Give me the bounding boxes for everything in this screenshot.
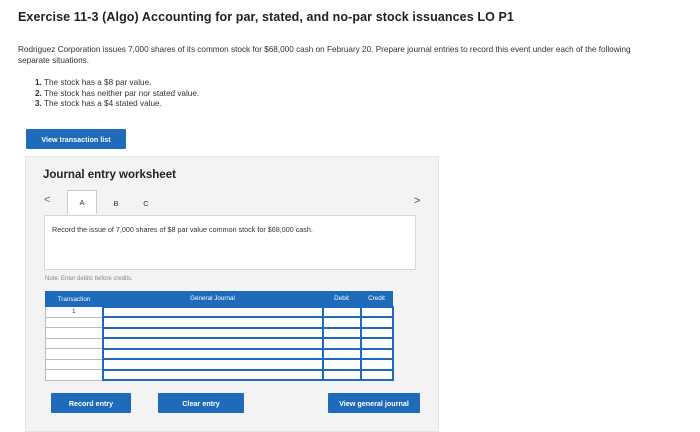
debit-input[interactable] <box>321 326 362 339</box>
question-box <box>44 215 416 270</box>
debit-input[interactable] <box>321 347 362 360</box>
view-transaction-list-button[interactable]: View transaction list <box>26 129 126 149</box>
credit-input[interactable] <box>359 337 394 350</box>
header-general-journal: General Journal <box>102 291 323 307</box>
table-row <box>45 337 394 350</box>
header-debit: Debit <box>322 291 361 307</box>
debit-input[interactable] <box>321 358 362 371</box>
requirements-list: 1. The stock has a $8 par value. 2. The … <box>35 78 199 110</box>
transaction-cell <box>45 327 103 339</box>
table-row <box>45 358 394 371</box>
account-input[interactable] <box>101 305 324 318</box>
account-input[interactable] <box>101 326 324 339</box>
clear-entry-button[interactable]: Clear entry <box>158 393 244 413</box>
exercise-intro: Rodriguez Corporation issues 7,000 share… <box>18 45 631 65</box>
exercise-title: Exercise 11-3 (Algo) Accounting for par,… <box>18 10 514 24</box>
account-input[interactable] <box>101 337 324 350</box>
transaction-cell <box>45 358 103 370</box>
debit-input[interactable] <box>321 305 362 318</box>
debit-input[interactable] <box>321 368 362 381</box>
table-row <box>45 368 394 381</box>
question-text: Record the issue of 7,000 shares of $8 p… <box>52 225 313 234</box>
table-row: 1 <box>45 305 394 318</box>
prev-arrow-icon[interactable]: < <box>44 194 50 206</box>
view-general-journal-button[interactable]: View general journal <box>328 393 420 413</box>
account-input[interactable] <box>101 316 324 329</box>
account-input[interactable] <box>101 368 324 381</box>
tab-a[interactable]: A <box>67 190 97 214</box>
credit-input[interactable] <box>359 347 394 360</box>
transaction-cell <box>45 316 103 328</box>
credit-input[interactable] <box>359 368 394 381</box>
next-arrow-icon[interactable]: > <box>414 195 420 207</box>
transaction-cell <box>45 369 103 381</box>
debit-input[interactable] <box>321 316 362 329</box>
table-row <box>45 316 394 329</box>
header-transaction: Transaction <box>45 291 103 307</box>
requirement-item: 3. The stock has a $4 stated value. <box>35 99 199 110</box>
transaction-cell <box>45 348 103 360</box>
account-input[interactable] <box>101 347 324 360</box>
table-row <box>45 347 394 360</box>
debit-input[interactable] <box>321 337 362 350</box>
credit-input[interactable] <box>359 305 394 318</box>
requirement-number: 2. <box>35 88 42 98</box>
journal-table-header: Transaction General Journal Debit Credit <box>45 291 393 307</box>
requirement-item: 2. The stock has neither par nor stated … <box>35 89 199 100</box>
requirement-item: 1. The stock has a $8 par value. <box>35 78 199 89</box>
requirement-number: 3. <box>35 99 42 108</box>
worksheet-title: Journal entry worksheet <box>43 169 176 181</box>
tab-c[interactable]: C <box>131 193 161 213</box>
requirement-text: The stock has a $4 stated value. <box>43 99 162 108</box>
transaction-cell: 1 <box>45 306 103 318</box>
credit-input[interactable] <box>359 326 394 339</box>
requirement-text: The stock has neither par nor stated val… <box>43 88 200 98</box>
entry-note: Note: Enter debits before credits. <box>45 276 133 282</box>
requirement-number: 1. <box>35 78 42 87</box>
credit-input[interactable] <box>359 316 394 329</box>
header-credit: Credit <box>360 291 393 307</box>
table-row <box>45 326 394 339</box>
tab-b[interactable]: B <box>101 193 131 213</box>
account-input[interactable] <box>101 358 324 371</box>
requirement-text: The stock has a $8 par value. <box>43 78 152 87</box>
credit-input[interactable] <box>359 358 394 371</box>
journal-table: Transaction General Journal Debit Credit… <box>45 291 394 381</box>
record-entry-button[interactable]: Record entry <box>51 393 131 413</box>
transaction-cell <box>45 337 103 349</box>
